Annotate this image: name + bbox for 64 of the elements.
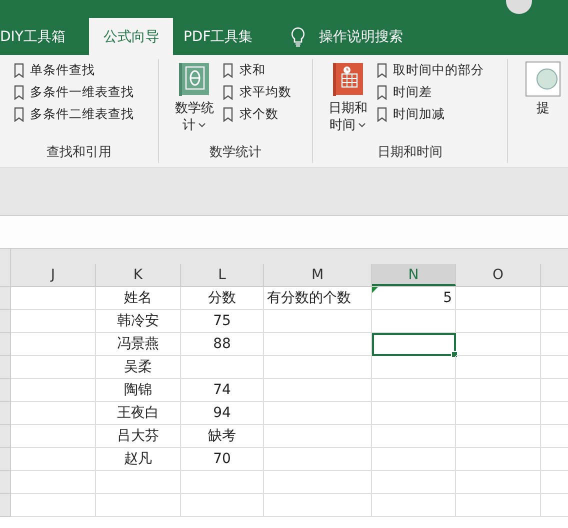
table-cell[interactable]: 缺考 [181,425,264,448]
bookmark-icon [376,107,387,122]
ribbon-item[interactable]: 求平均数 [223,83,292,102]
group-label: 数学统计 [208,144,263,162]
row-header[interactable] [0,310,11,333]
bookmark-icon [376,63,387,78]
ribbon-tab[interactable]: 公式向导 [89,18,174,55]
row-header[interactable] [0,356,11,379]
group-label: 日期和时间 [376,144,444,162]
table-cell[interactable]: 75 [181,310,264,333]
table-cell[interactable]: 有分数的个数 [264,287,372,310]
bookmark-icon [376,85,387,100]
ribbon-item[interactable]: 求个数 [223,105,292,124]
ribbon-item[interactable]: 单条件查找 [14,61,134,80]
table-cell[interactable]: 韩冷安 [96,310,181,333]
table-cell[interactable]: 吕大芬 [96,425,181,448]
row-header[interactable] [0,333,11,356]
table-cell[interactable]: 70 [181,448,264,471]
table-cell[interactable]: 吴柔 [96,356,181,379]
row-header[interactable] [0,425,11,448]
bookmark-icon [223,85,234,100]
ribbon-tab[interactable]: DIY工具箱 [0,18,80,55]
search-button[interactable]: 操作说明搜索 [284,18,409,55]
bookmark-icon [223,63,234,78]
lightbulb-icon [290,26,305,46]
ribbon-item[interactable]: 多条件一维表查找 [14,83,134,102]
table-cell[interactable]: 分数 [181,287,264,310]
bookmark-icon [14,107,24,122]
row-header[interactable] [0,379,11,402]
ribbon-large-button[interactable]: 日期和时间 [322,59,373,143]
table-cell[interactable]: 姓名 [96,287,181,310]
table-cell[interactable]: 陶锦 [96,379,181,402]
ribbon-item[interactable]: 时间加减 [376,105,484,124]
table-cell[interactable]: 5 [372,287,456,310]
bookmark-icon [223,107,234,122]
table-cell[interactable]: 88 [181,333,264,356]
table-cell[interactable]: 冯景燕 [96,333,181,356]
bookmark-icon [14,85,24,100]
chevron-down-icon [358,122,366,128]
table-cell[interactable]: 94 [181,402,264,425]
ribbon-large-button[interactable]: 提 [518,59,568,163]
chevron-down-icon [198,122,206,128]
row-header[interactable] [0,402,11,425]
row-header[interactable] [0,494,11,517]
table-cell[interactable]: 王夜白 [96,402,181,425]
ribbon-tab[interactable]: PDF工具集 [183,18,267,55]
bookmark-icon [14,63,24,78]
ribbon-item[interactable]: 时间差 [376,83,484,102]
row-header[interactable] [0,287,11,310]
column-header[interactable]: K [96,264,181,286]
column-header[interactable]: N [372,264,456,286]
group-label: 查找和引用 [46,144,113,162]
column-header[interactable]: O [456,264,541,286]
table-cell[interactable] [372,333,456,356]
column-header[interactable]: L [181,264,264,286]
row-header[interactable] [0,471,11,494]
ribbon-large-button[interactable]: 数学统计 [169,59,220,143]
ribbon-item[interactable]: 多条件二维表查找 [14,105,134,124]
column-header[interactable]: J [11,264,96,286]
table-cell[interactable]: 赵凡 [96,448,181,471]
ribbon-item[interactable]: 求和 [223,61,292,80]
row-header[interactable] [0,448,11,471]
table-cell[interactable]: 74 [181,379,264,402]
ribbon-item[interactable]: 取时间中的部分 [376,61,484,80]
